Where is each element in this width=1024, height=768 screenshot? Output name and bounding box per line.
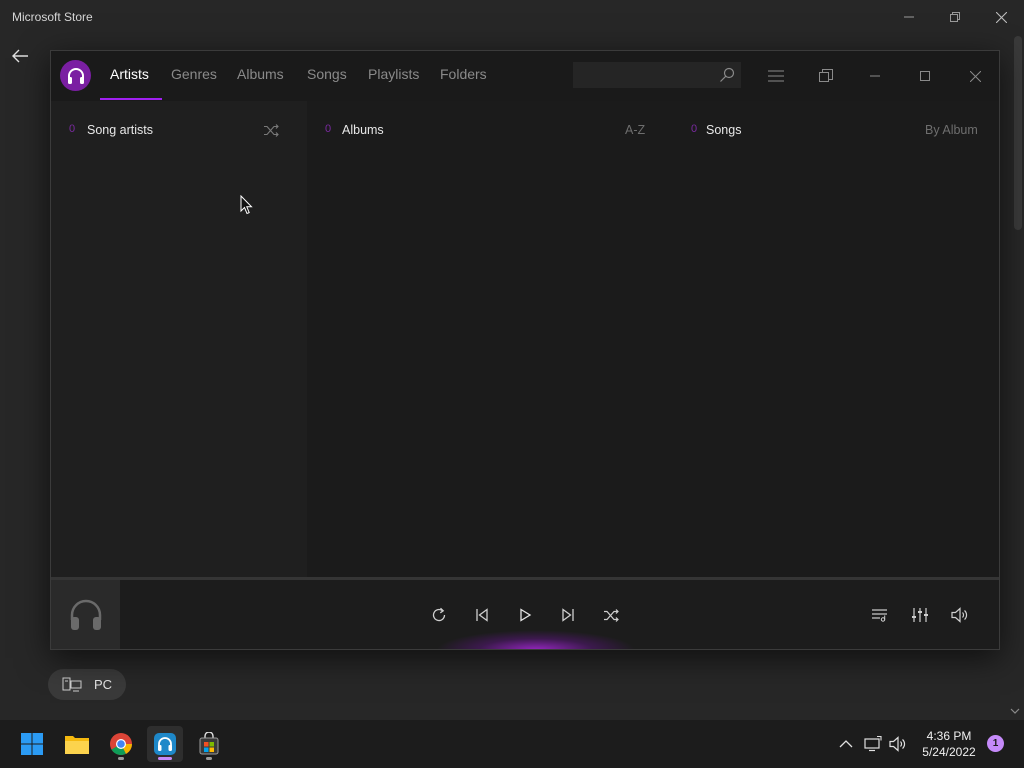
network-icon [864,736,882,752]
show-hidden-icons-button[interactable] [836,734,856,754]
store-icon [199,732,219,755]
next-icon [562,608,574,622]
chevron-up-icon [839,740,853,748]
headphones-placeholder-icon [70,599,101,630]
previous-icon [476,608,488,622]
headphones-icon [67,67,84,84]
albums-column-header: 0 Albums A-Z [307,123,671,141]
store-title: Microsoft Store [12,10,93,24]
tab-folders[interactable]: Folders [440,66,487,82]
store-close-button[interactable] [978,6,1024,28]
playback-bar [51,577,999,649]
artists-column-title: Song artists [87,123,154,137]
minimize-icon [904,16,914,18]
repeat-icon [432,607,446,622]
back-arrow-icon [12,49,28,63]
tab-genres[interactable]: Genres [171,66,217,82]
album-art[interactable] [51,580,120,649]
tab-artists[interactable]: Artists [110,66,149,82]
restore-icon [950,12,960,22]
shuffle-icon [603,608,619,622]
shuffle-button[interactable] [600,604,622,626]
albums-column-title: Albums [342,123,384,137]
shuffle-icon[interactable] [263,124,280,137]
clock-time: 4:36 PM [926,729,972,743]
active-tab-indicator [100,98,162,100]
next-button[interactable] [557,604,579,626]
songs-count: 0 [691,123,698,135]
songs-sort-button[interactable]: By Album [925,123,978,137]
menu-button[interactable] [764,64,788,88]
maximize-icon [920,71,930,81]
play-icon [520,608,532,622]
songs-column-title: Songs [706,123,742,137]
albums-column: 0 Albums A-Z [307,101,671,577]
app-logo [60,60,91,91]
clock-date: 5/24/2022 [922,745,976,759]
taskbar: 4:36 PM 5/24/2022 1 [0,720,1024,768]
compact-overlay-icon [819,69,833,82]
playlist-queue-icon [872,609,887,622]
tab-songs[interactable]: Songs [307,66,347,82]
search-icon[interactable] [719,67,735,83]
store-restore-button[interactable] [932,6,978,28]
hamburger-menu-icon [768,70,784,82]
start-button[interactable] [14,726,50,762]
running-indicator [206,757,212,760]
now-playing-queue-button[interactable] [869,604,891,626]
file-explorer-icon [65,736,89,754]
start-icon [21,733,43,755]
player-minimize-button[interactable] [863,64,887,88]
mouse-cursor-icon [240,195,253,215]
artists-column-header: 0 Song artists [51,123,307,141]
artists-column: 0 Song artists [51,101,307,577]
store-back-button[interactable] [6,44,34,68]
music-player-taskbar-button[interactable] [147,726,183,762]
songs-column: 0 Songs By Album [671,101,999,577]
pc-icon [62,677,82,691]
network-tray-button[interactable] [863,734,883,754]
chrome-icon [110,733,132,755]
volume-tray-button[interactable] [888,734,908,754]
songs-column-header: 0 Songs By Album [671,123,999,141]
minimize-icon [870,75,880,77]
speaker-icon [889,736,906,752]
store-taskbar-button[interactable] [191,726,227,762]
previous-button[interactable] [471,604,493,626]
search-input[interactable] [573,62,741,88]
chrome-taskbar-button[interactable] [103,726,139,762]
playback-glow [436,630,636,649]
volume-button[interactable] [949,604,971,626]
music-player-icon [154,733,176,755]
pc-chip-label: PC [94,677,113,692]
store-titlebar: Microsoft Store [0,0,1024,34]
compact-mode-button[interactable] [814,64,838,88]
close-icon [995,11,1007,23]
player-header: Artists Genres Albums Songs Playlists Fo… [51,51,999,101]
volume-icon [951,607,968,623]
albums-sort-button[interactable]: A-Z [625,123,645,137]
store-scrollbar[interactable] [1014,36,1022,230]
albums-count: 0 [325,123,332,135]
tab-albums[interactable]: Albums [237,66,284,82]
scroll-down-icon[interactable] [1010,706,1020,716]
play-button[interactable] [514,604,536,626]
pc-filter-chip[interactable]: PC [48,669,126,700]
file-explorer-taskbar-button[interactable] [59,726,95,762]
taskbar-clock[interactable]: 4:36 PM 5/24/2022 [912,728,986,760]
music-player-window: Artists Genres Albums Songs Playlists Fo… [50,50,1000,650]
active-window-indicator [158,757,172,760]
tab-playlists[interactable]: Playlists [368,66,419,82]
player-close-button[interactable] [963,64,987,88]
player-maximize-button[interactable] [913,64,937,88]
equalizer-button[interactable] [909,604,931,626]
equalizer-icon [912,608,928,622]
repeat-button[interactable] [428,604,450,626]
artists-count: 0 [69,123,76,135]
running-indicator [118,757,124,760]
store-minimize-button[interactable] [886,6,932,28]
notification-badge[interactable]: 1 [987,735,1004,752]
close-icon [969,70,981,82]
